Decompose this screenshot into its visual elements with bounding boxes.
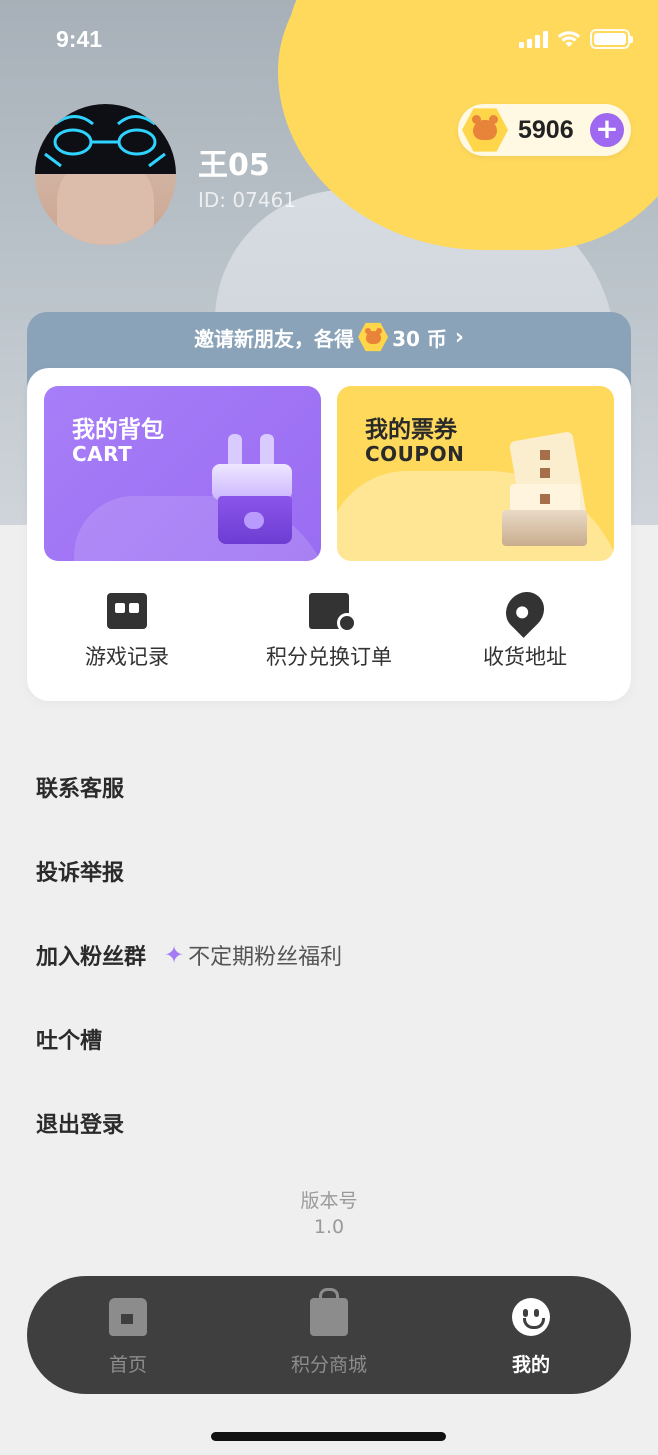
menu-item-label: 投诉举报 [36, 861, 125, 886]
quick-link-game-records[interactable]: 游戏记录 [27, 593, 227, 671]
game-controller-icon [107, 593, 147, 629]
tab-label: 积分商城 [290, 1354, 367, 1376]
quick-link-label: 收货地址 [483, 645, 567, 669]
main-card: 我的背包 CART 我的票券 COUPON 游戏记录 积分兑换订单 收货地址 [27, 368, 631, 701]
menu-item-label: 联系客服 [36, 777, 125, 802]
tab-points-mall[interactable]: 积分商城 [259, 1288, 399, 1377]
cellular-signal-icon [519, 30, 548, 48]
tab-label: 首页 [108, 1354, 147, 1376]
invite-text: 邀请新朋友，各得 [194, 326, 355, 351]
user-id: ID: 07461 [198, 188, 297, 212]
menu-item-label: 吐个槽 [36, 1029, 103, 1054]
home-icon [109, 1298, 147, 1336]
menu-item-label: 加入粉丝群 [36, 945, 147, 970]
status-bar: 9:41 [0, 0, 658, 80]
coin-balance: 5906 [518, 115, 574, 144]
shop-bag-icon [310, 1288, 348, 1336]
menu-item-feedback[interactable]: 吐个槽 [36, 997, 626, 1081]
tab-label: 我的 [511, 1354, 550, 1376]
wifi-icon [557, 31, 581, 47]
coupon-subtitle: COUPON [365, 442, 465, 466]
menu-item-label: 退出登录 [36, 1113, 125, 1138]
coupon-title: 我的票券 [365, 417, 457, 443]
menu-item-contact-support[interactable]: 联系客服 [36, 745, 626, 829]
smiley-icon [512, 1298, 550, 1336]
menu-item-report[interactable]: 投诉举报 [36, 829, 626, 913]
fan-benefit-note: ✦ 不定期粉丝福利 [164, 939, 342, 971]
quick-link-label: 积分兑换订单 [266, 645, 392, 669]
avatar[interactable] [35, 104, 176, 245]
cart-card[interactable]: 我的背包 CART [44, 386, 321, 561]
chevron-right-icon: › [454, 324, 464, 350]
invite-banner-text[interactable]: 邀请新朋友，各得 30 币 › [27, 322, 631, 352]
cart-subtitle: CART [72, 442, 133, 466]
bear-coin-icon [358, 322, 389, 352]
location-pin-icon [498, 584, 552, 638]
tab-me[interactable]: 我的 [461, 1298, 601, 1377]
invite-reward: 30 币 [392, 326, 447, 351]
quick-link-address[interactable]: 收货地址 [425, 584, 625, 671]
username: 王05 [198, 148, 270, 183]
status-time: 9:41 [56, 26, 103, 52]
settings-menu: 联系客服 投诉举报 加入粉丝群 ✦ 不定期粉丝福利 吐个槽 退出登录 [36, 745, 626, 1165]
sparkle-icon: ✦ [164, 941, 185, 969]
coupon-card[interactable]: 我的票券 COUPON [337, 386, 614, 561]
app-version: 版本号 1.0 [0, 1188, 658, 1240]
ticket-icon [502, 431, 588, 546]
coin-balance-pill[interactable]: 5906 + [458, 104, 631, 156]
home-indicator [211, 1432, 446, 1441]
quick-links: 游戏记录 积分兑换订单 收货地址 [27, 584, 631, 683]
order-receipt-icon [309, 593, 357, 633]
menu-item-logout[interactable]: 退出登录 [36, 1081, 626, 1165]
bottom-tab-bar: 首页 积分商城 我的 [27, 1276, 631, 1394]
bear-coin-icon [462, 108, 508, 152]
menu-item-join-fan-group[interactable]: 加入粉丝群 ✦ 不定期粉丝福利 [36, 913, 626, 997]
add-coins-button[interactable]: + [590, 113, 624, 147]
quick-link-points-orders[interactable]: 积分兑换订单 [229, 593, 429, 671]
version-label: 版本号 [300, 1190, 358, 1212]
avatar-neon-mask [35, 104, 176, 174]
version-value: 1.0 [313, 1216, 345, 1238]
backpack-icon [212, 434, 292, 544]
quick-link-label: 游戏记录 [85, 645, 169, 669]
cart-title: 我的背包 [72, 417, 164, 443]
tab-home[interactable]: 首页 [58, 1298, 198, 1377]
status-icons [519, 29, 633, 49]
battery-icon [590, 29, 633, 49]
fan-note-text: 不定期粉丝福利 [188, 945, 343, 970]
